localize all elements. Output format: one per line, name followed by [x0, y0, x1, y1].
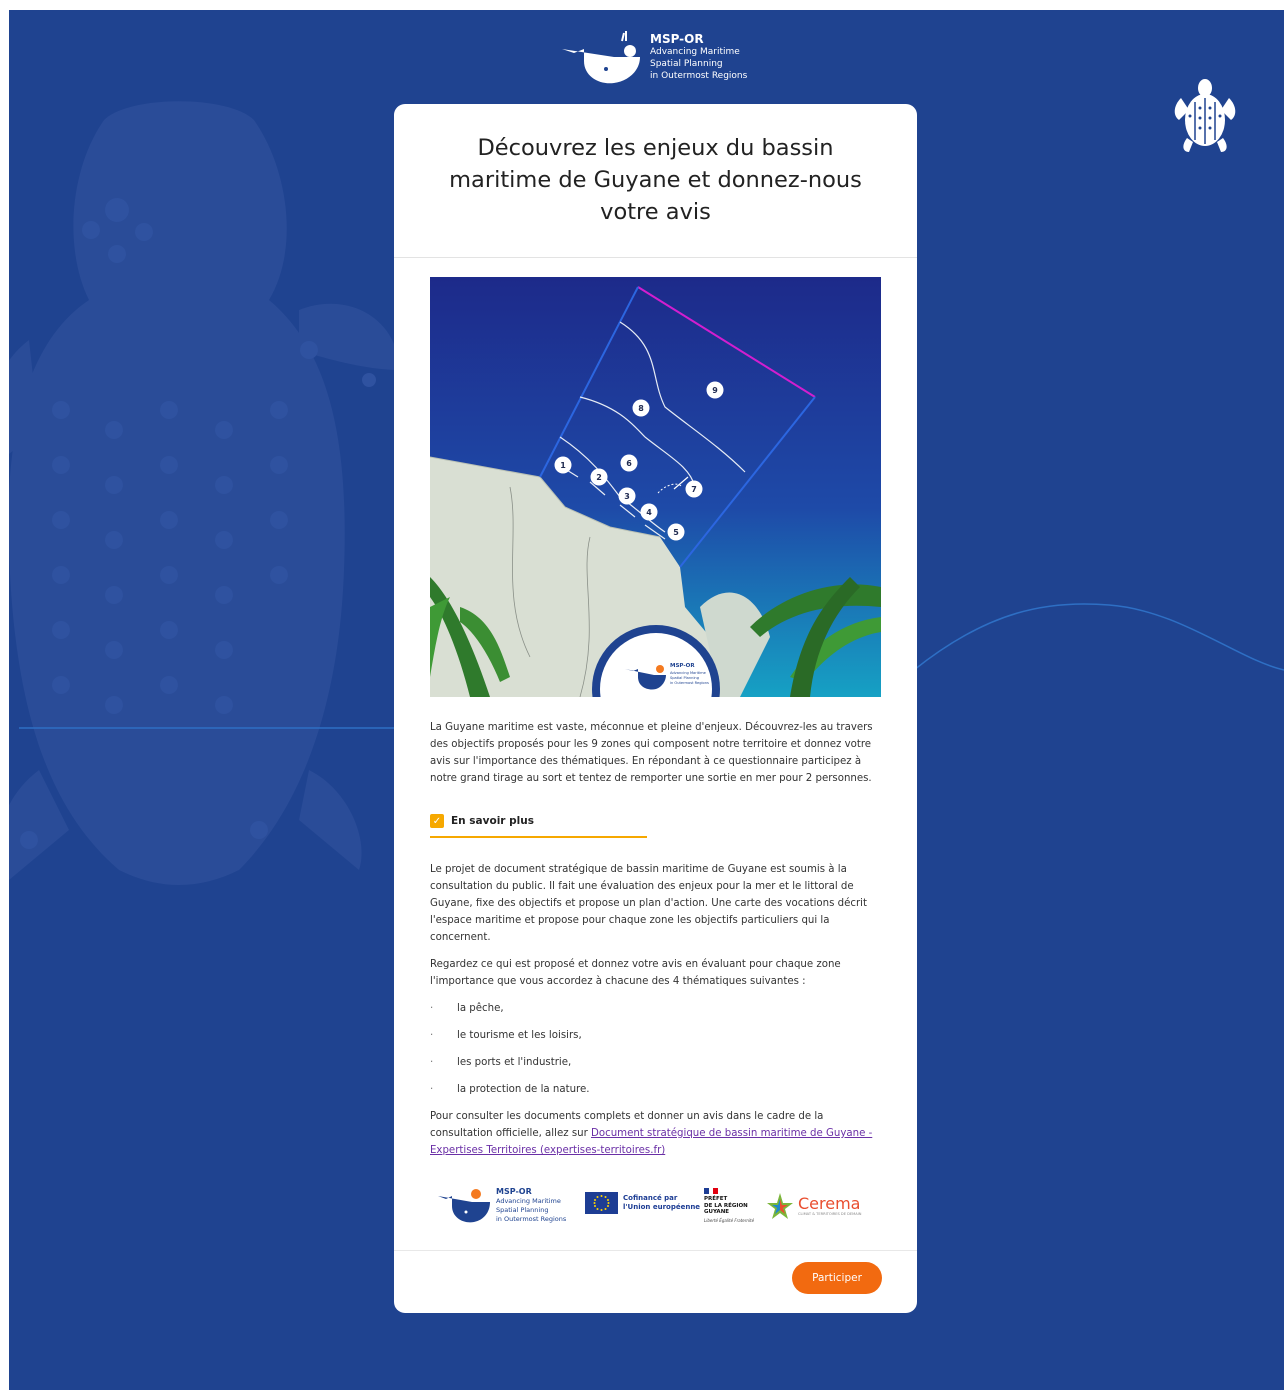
- msp-or-header-logo[interactable]: MSP-OR Advancing Maritime Spatial Planni…: [560, 20, 760, 94]
- cerema-star-icon: [767, 1193, 793, 1219]
- eu-line-1: Cofinancé par: [623, 1194, 678, 1202]
- map-logo-tagline-1: Advancing Maritime: [670, 671, 707, 675]
- zone-marker-7: 7: [691, 485, 697, 494]
- cerema-logo: Cerema CLIMAT & TERRITOIRES DE DEMAIN: [765, 1191, 861, 1221]
- french-flag-icon: [704, 1188, 719, 1194]
- map-logo-name: MSP-OR: [670, 663, 695, 669]
- eu-flag-icon: [585, 1192, 618, 1214]
- brand-tagline-3: in Outermost Regions: [650, 71, 748, 81]
- turtle-icon: [1174, 79, 1236, 152]
- zone-marker-9: 9: [712, 386, 718, 395]
- divider: [394, 257, 917, 258]
- partner-tagline-2: Spatial Planning: [496, 1205, 549, 1214]
- details-paragraph-1: Le projet de document stratégique de bas…: [430, 864, 868, 943]
- brand-tagline-2: Spatial Planning: [650, 59, 723, 69]
- learn-more-underline: [430, 836, 647, 838]
- map-logo-tagline-2: Spatial Planning: [670, 676, 699, 680]
- brand-name: MSP-OR: [650, 32, 704, 46]
- partner-brand-name: MSP-OR: [496, 1186, 532, 1196]
- zone-marker-4: 4: [646, 508, 652, 517]
- eu-cofinance-logo: Cofinancé par l'Union européenne: [585, 1192, 700, 1214]
- survey-card: Découvrez les enjeux du bassin maritime …: [394, 104, 917, 1313]
- partner-tagline-3: in Outermost Regions: [496, 1214, 567, 1223]
- zone-marker-1: 1: [560, 461, 566, 470]
- participate-button[interactable]: Participer: [792, 1262, 882, 1294]
- eu-line-2: l'Union européenne: [623, 1203, 701, 1211]
- zone-marker-8: 8: [638, 404, 644, 413]
- partner-tagline-1: Advancing Maritime: [496, 1196, 561, 1205]
- whale-logo-icon: [438, 1189, 490, 1223]
- list-item: la pêche,: [430, 1000, 882, 1017]
- details-paragraph-3: Pour consulter les documents complets et…: [430, 1108, 882, 1159]
- prefet-region-guyane-logo: PRÉFET DE LA RÉGION GUYANE Liberté Égali…: [704, 1188, 756, 1223]
- intro-text: La Guyane maritime est vaste, méconnue e…: [430, 722, 873, 784]
- prefet-motto: Liberté Égalité Fraternité: [704, 1217, 755, 1223]
- divider: [394, 1250, 917, 1251]
- learn-more-label: En savoir plus: [451, 815, 534, 827]
- cerema-tagline: CLIMAT & TERRITOIRES DE DEMAIN: [798, 1212, 862, 1216]
- zones-map-image: 1 2 3 4 5 6 7 8 9 MSP-OR Advancing Marit…: [430, 277, 881, 697]
- page-title: Découvrez les enjeux du bassin maritime …: [449, 135, 862, 225]
- prefet-line-3: GUYANE: [704, 1209, 730, 1215]
- zone-marker-2: 2: [596, 473, 602, 482]
- msp-or-partner-logo: MSP-OR Advancing Maritime Spatial Planni…: [436, 1182, 566, 1228]
- learn-more-toggle[interactable]: ✓ En savoir plus: [430, 813, 534, 829]
- list-item: le tourisme et les loisirs,: [430, 1027, 882, 1044]
- list-item: les ports et l'industrie,: [430, 1054, 882, 1071]
- details-paragraph-2: Regardez ce qui est proposé et donnez vo…: [430, 959, 841, 987]
- checkbox-checked-icon[interactable]: ✓: [430, 814, 444, 828]
- cerema-name: Cerema: [798, 1194, 861, 1213]
- zone-marker-3: 3: [624, 492, 630, 501]
- map-logo-tagline-3: in Outermost Regions: [670, 681, 709, 685]
- page-background: MSP-OR Advancing Maritime Spatial Planni…: [9, 10, 1284, 1390]
- themes-list: la pêche, le tourisme et les loisirs, le…: [430, 1000, 882, 1098]
- list-item: la protection de la nature.: [430, 1081, 882, 1098]
- partners-logos: MSP-OR Advancing Maritime Spatial Planni…: [430, 1176, 882, 1232]
- whale-logo-icon: [562, 31, 640, 84]
- brand-tagline-1: Advancing Maritime: [650, 47, 740, 57]
- zone-marker-6: 6: [626, 459, 632, 468]
- details-section: Le projet de document stratégique de bas…: [430, 861, 882, 1169]
- zone-marker-5: 5: [673, 528, 679, 537]
